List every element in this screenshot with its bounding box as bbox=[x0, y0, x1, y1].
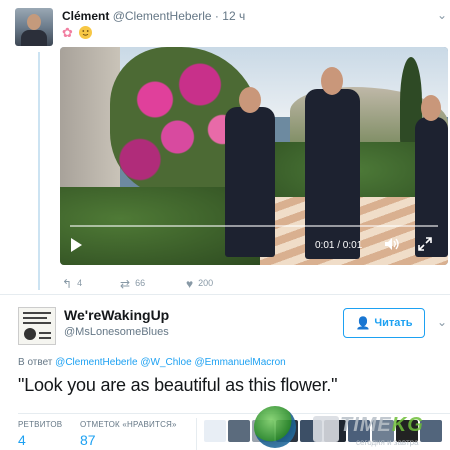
tweet-header: Clément @ClementHeberle · 12 ч bbox=[62, 9, 245, 23]
video-progress-bar[interactable] bbox=[70, 225, 438, 227]
stats-divider bbox=[196, 418, 197, 450]
avatar-body bbox=[21, 30, 47, 46]
retweet-count: 66 bbox=[135, 278, 146, 288]
like-count: 200 bbox=[198, 278, 214, 288]
watermark-logo-text: TIMEKG bbox=[340, 414, 424, 437]
like-action[interactable]: ♥ 200 bbox=[186, 277, 213, 291]
follow-button[interactable]: 👤 Читать bbox=[343, 308, 425, 338]
volume-icon[interactable] bbox=[384, 237, 400, 251]
liker-avatar[interactable] bbox=[204, 420, 226, 442]
avatar-head bbox=[27, 14, 41, 30]
retweet-action[interactable]: ⇄ 66 bbox=[120, 277, 145, 291]
tweet-original: Clément @ClementHeberle · 12 ч ⌄ ✿ 0:01 … bbox=[0, 0, 450, 292]
author-handle[interactable]: @ClementHeberle bbox=[113, 9, 212, 23]
reply-prefix: В ответ bbox=[18, 357, 53, 368]
avatar-figure bbox=[24, 328, 36, 340]
avatar-text-line bbox=[23, 317, 47, 319]
tweet-text: "Look you are as beautiful as this flowe… bbox=[18, 375, 338, 395]
follow-button-label: Читать bbox=[374, 317, 413, 329]
video-person-left bbox=[225, 87, 275, 257]
retweets-label: РЕТВИТОВ bbox=[18, 420, 63, 429]
video-person-center bbox=[305, 67, 360, 259]
video-person-face bbox=[421, 95, 441, 121]
watermark-hourglass-icon bbox=[313, 416, 339, 442]
author-handle[interactable]: @MsLonesomeBlues bbox=[64, 326, 169, 338]
reply-count: 4 bbox=[77, 278, 83, 288]
avatar-text-line bbox=[39, 332, 51, 334]
smile-emoji-icon bbox=[78, 26, 92, 39]
author-name[interactable]: We'reWakingUp bbox=[64, 307, 169, 323]
fullscreen-icon[interactable] bbox=[418, 237, 432, 251]
tweet-time[interactable]: 12 ч bbox=[222, 9, 245, 23]
tweet-stats: РЕТВИТОВ 4 ОТМЕТОК «НРАВИТСЯ» 87 TIMEKG … bbox=[18, 406, 450, 450]
heart-icon: ♥ bbox=[186, 277, 194, 291]
mention-link[interactable]: @EmmanuelMacron bbox=[194, 357, 285, 368]
video-person-right bbox=[415, 95, 448, 257]
mention-link[interactable]: @W_Chloe bbox=[140, 357, 191, 368]
watermark-text-main: TIME bbox=[340, 414, 392, 436]
video-timecode: 0:01 / 0:01 bbox=[315, 240, 363, 251]
watermark-subtext: сегодня и завтра bbox=[356, 438, 419, 447]
video-person-face bbox=[321, 67, 343, 95]
reply-context: В ответ @ClementHeberle @W_Chloe @Emmanu… bbox=[18, 357, 286, 368]
avatar-text-line bbox=[39, 337, 51, 339]
tweet-reply: We'reWakingUp @MsLonesomeBlues 👤 Читать … bbox=[0, 294, 450, 450]
retweets-count[interactable]: 4 bbox=[18, 432, 26, 448]
author-name[interactable]: Clément bbox=[62, 9, 109, 23]
likes-label: ОТМЕТОК «НРАВИТСЯ» bbox=[80, 420, 177, 429]
tweet-emojis: ✿ bbox=[62, 25, 92, 41]
play-icon[interactable] bbox=[71, 238, 82, 252]
video-person-face bbox=[239, 87, 261, 113]
chevron-down-icon[interactable]: ⌄ bbox=[437, 8, 447, 22]
watermark-globe-icon bbox=[254, 406, 296, 448]
separator-dot: · bbox=[214, 9, 219, 23]
reply-action[interactable]: ↰ 4 bbox=[62, 277, 82, 291]
watermark-text-accent: KG bbox=[391, 414, 424, 436]
reply-icon: ↰ bbox=[62, 277, 73, 291]
flower-emoji-icon: ✿ bbox=[62, 25, 73, 40]
add-user-icon: 👤 bbox=[355, 316, 371, 330]
avatar-text-line bbox=[23, 322, 51, 324]
likes-count[interactable]: 87 bbox=[80, 432, 96, 448]
avatar-text-line bbox=[23, 312, 51, 314]
liker-avatar[interactable] bbox=[228, 420, 250, 442]
chevron-down-icon[interactable]: ⌄ bbox=[437, 315, 447, 329]
avatar[interactable] bbox=[15, 8, 53, 46]
avatar[interactable] bbox=[18, 307, 56, 345]
retweet-icon: ⇄ bbox=[120, 277, 131, 291]
video-player[interactable]: 0:01 / 0:01 bbox=[60, 47, 448, 265]
mention-link[interactable]: @ClementHeberle bbox=[55, 357, 137, 368]
